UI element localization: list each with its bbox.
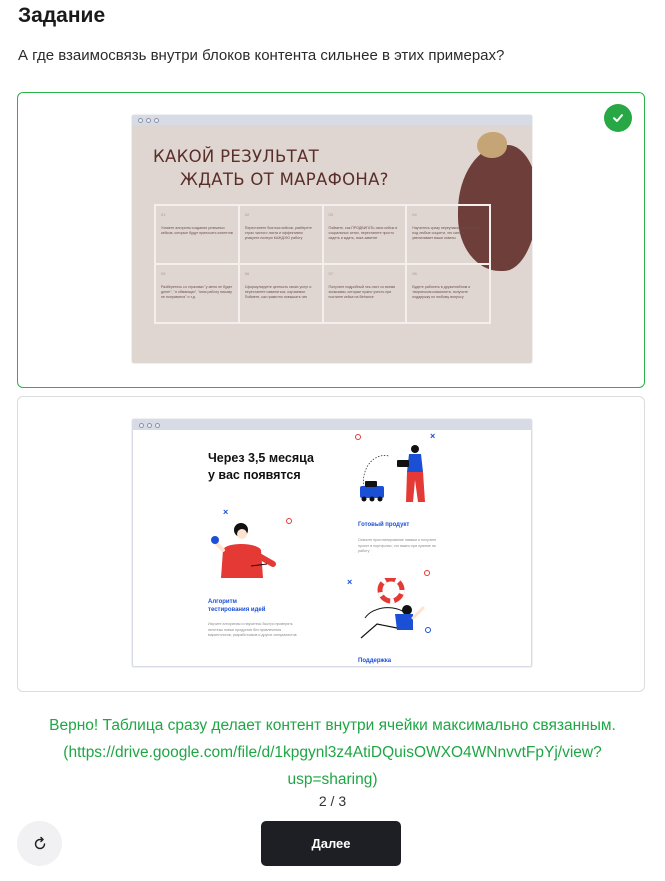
reload-icon: [34, 836, 45, 849]
table-cell: 06 Сформулируете ценность своих услуг и п…: [238, 264, 323, 323]
circle-icon: [424, 570, 430, 576]
browser-bar: [133, 420, 531, 430]
answer-option-1[interactable]: КАКОЙ РЕЗУЛЬТАТ ЖДАТЬ ОТ МАРАФОНА? 01 Узн…: [17, 92, 645, 388]
check-icon: [604, 104, 632, 132]
cross-icon: ×: [223, 507, 229, 517]
table-cell: 08 Будете работать в дружелюбном и творче…: [406, 264, 490, 323]
algorithm-description: Изучите алгоритмы и научитесь быстро про…: [208, 622, 297, 637]
slide-preview-2: Через 3,5 месяца у вас появятся × × × Го…: [132, 419, 532, 667]
circle-icon: [286, 518, 292, 524]
table-cell: 01 Узнаете алгоритм создания успешных кей…: [155, 205, 239, 264]
slide-heading: Через 3,5 месяца у вас появятся: [208, 451, 314, 482]
slide-preview-1: КАКОЙ РЕЗУЛЬТАТ ЖДАТЬ ОТ МАРАФОНА? 01 Узн…: [132, 115, 532, 363]
person-with-robot-illustration: [360, 445, 425, 502]
page-counter: 2 / 3: [318, 793, 347, 809]
person-with-lifebuoy-illustration: [360, 578, 425, 639]
decor-shape: [477, 132, 507, 158]
answer-option-2[interactable]: Через 3,5 месяца у вас появятся × × × Го…: [17, 396, 645, 692]
product-description: Освоите прототипирование навыки и получи…: [358, 538, 437, 553]
slide-title: КАКОЙ РЕЗУЛЬТАТ ЖДАТЬ ОТ МАРАФОНА?: [153, 147, 389, 189]
cross-icon: ×: [347, 577, 353, 587]
feedback-message: Верно! Таблица сразу делает контент внут…: [49, 717, 616, 788]
table-cell: 04 Научитесь сразу переупаковывать кейсы …: [406, 205, 490, 264]
browser-bar: [132, 115, 532, 125]
label-support: Поддержка: [358, 658, 392, 664]
table-cell: 05 Разберетесь со страхами "у меня не буд…: [155, 264, 239, 323]
slide-table: 01 Узнаете алгоритм создания успешных кей…: [154, 204, 491, 324]
person-with-idea-illustration: [211, 523, 276, 578]
circle-icon: [355, 434, 361, 440]
next-button[interactable]: Далее: [261, 821, 401, 866]
label-product: Готовый продукт: [358, 522, 410, 528]
question-text: А где взаимосвязь внутри блоков контента…: [18, 47, 505, 64]
table-cell: 07 Получите подробный чек-лист со всеми э…: [322, 264, 407, 323]
label-algorithm: Алгоритм тестирования идей: [208, 599, 266, 613]
cross-icon: ×: [430, 431, 436, 441]
table-cell: 03 Поймете, как ПРОДВИГАТЬ свои кейсы в с…: [322, 205, 407, 264]
page-title: Задание: [18, 4, 106, 27]
reload-button[interactable]: [17, 821, 62, 866]
table-cell: 02 Перестанете бояться кейсов, разберете …: [238, 205, 323, 264]
